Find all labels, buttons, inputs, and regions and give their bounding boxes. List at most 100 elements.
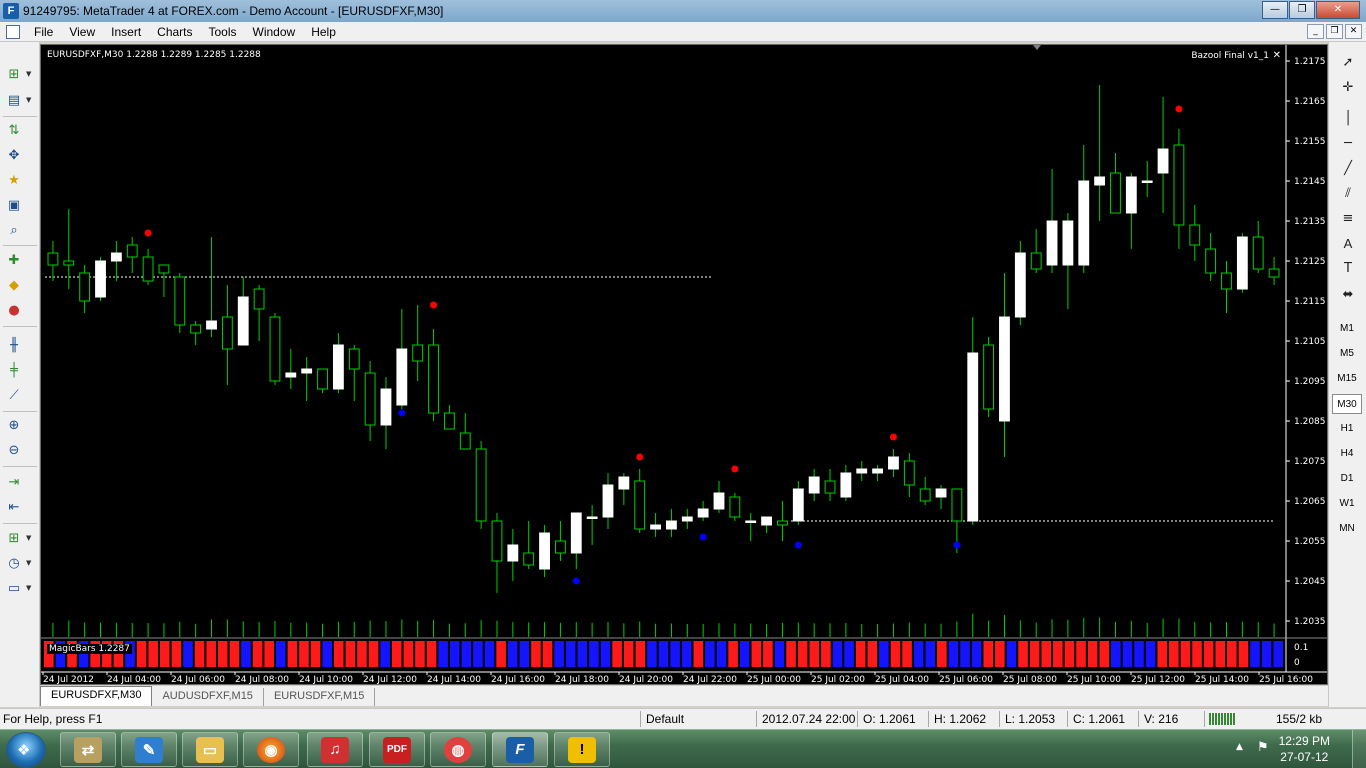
status-divider [1138,711,1139,727]
taskbar-pdf[interactable]: PDF [369,732,425,767]
auto-scroll-icon[interactable]: ⇥ [4,474,24,492]
start-button[interactable]: ❖ [6,732,46,768]
chevron-down-icon[interactable]: ▼ [26,584,31,592]
indicators-icon[interactable]: ⊞ [4,530,24,548]
price-chart[interactable]: 1.2175 1.2165 1.2155 1.2145 1.2135 1.2125 1.21… [40,44,1328,685]
menu-tools[interactable]: Tools [201,25,245,39]
mdi-restore-button[interactable]: ❐ [1326,24,1343,39]
timeframe-w1[interactable]: W1 [1332,494,1362,514]
price-tick-label: 1.2165 [1294,97,1326,107]
candle-body [269,316,281,382]
taskbar-media[interactable]: ♫ [307,732,363,767]
menu-window[interactable]: Window [245,25,304,39]
candle-body [777,520,788,526]
time-tick-label: 25 Jul 14:00 [1195,675,1249,685]
candle-body [1030,252,1042,270]
time-tick-label: 24 Jul 20:00 [619,675,673,685]
candle-body [681,516,693,522]
timeframe-h1[interactable]: H1 [1332,419,1362,439]
taskbar-firefox[interactable]: ◉ [243,732,299,767]
action-center-icon[interactable]: ⚑ [1257,740,1269,755]
magic-bar [542,641,553,667]
document-icon[interactable] [6,24,20,39]
chevron-down-icon[interactable]: ▼ [26,96,31,104]
arrows-icon[interactable]: ⬌ [1335,286,1361,304]
timeframe-m1[interactable]: M1 [1332,319,1362,339]
maximize-button[interactable]: ❐ [1289,1,1315,19]
expert-advisors-icon[interactable]: ● [4,302,24,320]
tab-eurusdfxf-m15[interactable]: EURUSDFXF,M15 [264,688,376,706]
candle-body [507,544,519,562]
minimize-button[interactable]: — [1262,1,1288,19]
indicator-close-icon[interactable]: ✕ [1273,50,1281,61]
zoom-out-icon[interactable]: ⊖ [4,442,24,460]
menu-file[interactable]: File [26,25,61,39]
menu-view[interactable]: View [61,25,103,39]
horizontal-line-icon[interactable]: ─ [1335,135,1361,153]
chart-canvas[interactable]: 1.2175 1.2165 1.2155 1.2145 1.2135 1.2125 1.21… [41,45,1328,685]
taskbar-warning[interactable]: ! [554,732,610,767]
taskbar-forex[interactable]: F [492,732,548,767]
line-chart-icon[interactable]: ⟋ [4,387,24,405]
text-icon[interactable]: A [1335,235,1361,253]
time-tick-label: 25 Jul 04:00 [875,675,929,685]
taskbar-paint[interactable]: ◍ [430,732,486,767]
fibonacci-icon[interactable]: ≡ [1335,210,1361,228]
taskbar-folder[interactable]: ▭ [182,732,238,767]
trendline-icon[interactable]: ╱ [1335,160,1361,178]
timeframe-h4[interactable]: H4 [1332,444,1362,464]
new-order-icon[interactable]: ✚ [4,252,24,270]
terminal-icon[interactable]: ▣ [4,197,24,215]
menu-insert[interactable]: Insert [103,25,149,39]
timeframe-m5[interactable]: M5 [1332,344,1362,364]
navigator-icon[interactable]: ★ [4,172,24,190]
strategy-tester-icon[interactable]: ⌕ [4,222,24,240]
text-label-icon[interactable]: T [1335,260,1361,278]
magic-bar [1006,641,1017,667]
candle-body [126,244,138,258]
chart-shift-icon[interactable]: ⇤ [4,499,24,517]
metaeditor-icon[interactable]: ◆ [4,277,24,295]
timeframe-d1[interactable]: D1 [1332,469,1362,489]
magic-bar [333,641,344,667]
menu-charts[interactable]: Charts [149,25,200,39]
taskbar-explorer[interactable]: ⇄ [60,732,116,767]
mdi-close-button[interactable]: ✕ [1345,24,1362,39]
close-button[interactable]: ✕ [1316,1,1360,19]
periods-icon[interactable]: ◷ [4,555,24,573]
vertical-line-icon[interactable]: │ [1335,110,1361,128]
chevron-down-icon[interactable]: ▼ [26,534,31,542]
zoom-in-icon[interactable]: ⊕ [4,417,24,435]
tray-clock[interactable]: 12:29 PM 27-07-12 [1279,733,1330,765]
time-tick-label: 25 Jul 00:00 [747,675,801,685]
chevron-down-icon[interactable]: ▼ [26,559,31,567]
new-chart-icon[interactable]: ⊞ [4,66,24,84]
equidistant-channel-icon[interactable]: ⫽ [1335,185,1361,203]
profiles-icon[interactable]: ▤ [4,92,24,110]
tab-eurusdfxf-m30[interactable]: EURUSDFXF,M30 [40,686,153,706]
data-window-icon[interactable]: ✥ [4,147,24,165]
candle-body [1157,148,1169,174]
tab-audusdfxf-m15[interactable]: AUDUSDFXF,M15 [152,688,264,706]
timeframe-m30[interactable]: M30 [1332,394,1362,414]
magic-bar [902,641,912,667]
title-bar[interactable]: F 91249795: MetaTrader 4 at FOREX.com - … [0,0,1366,22]
market-watch-icon[interactable]: ⇅ [4,122,24,140]
mdi-minimize-button[interactable]: _ [1307,24,1324,39]
buy-signal-dot [794,541,802,549]
show-desktop-button[interactable] [1352,730,1366,768]
taskbar-vista-app[interactable]: ✎ [121,732,177,767]
price-tick-label: 1.2085 [1294,417,1326,427]
price-tick-label: 1.2155 [1294,137,1326,147]
tray-expand-icon[interactable]: ▲ [1236,742,1243,752]
cursor-icon[interactable]: ➚ [1335,54,1361,72]
timeframe-m15[interactable]: M15 [1332,369,1362,389]
templates-icon[interactable]: ▭ [4,580,24,598]
menu-help[interactable]: Help [303,25,344,39]
status-volume: V: 216 [1144,712,1179,726]
candlestick-icon[interactable]: ╪ [4,362,24,380]
bar-chart-icon[interactable]: ╫ [4,337,24,355]
chevron-down-icon[interactable]: ▼ [26,70,31,78]
crosshair-icon[interactable]: ✛ [1335,79,1361,97]
timeframe-mn[interactable]: MN [1332,519,1362,539]
